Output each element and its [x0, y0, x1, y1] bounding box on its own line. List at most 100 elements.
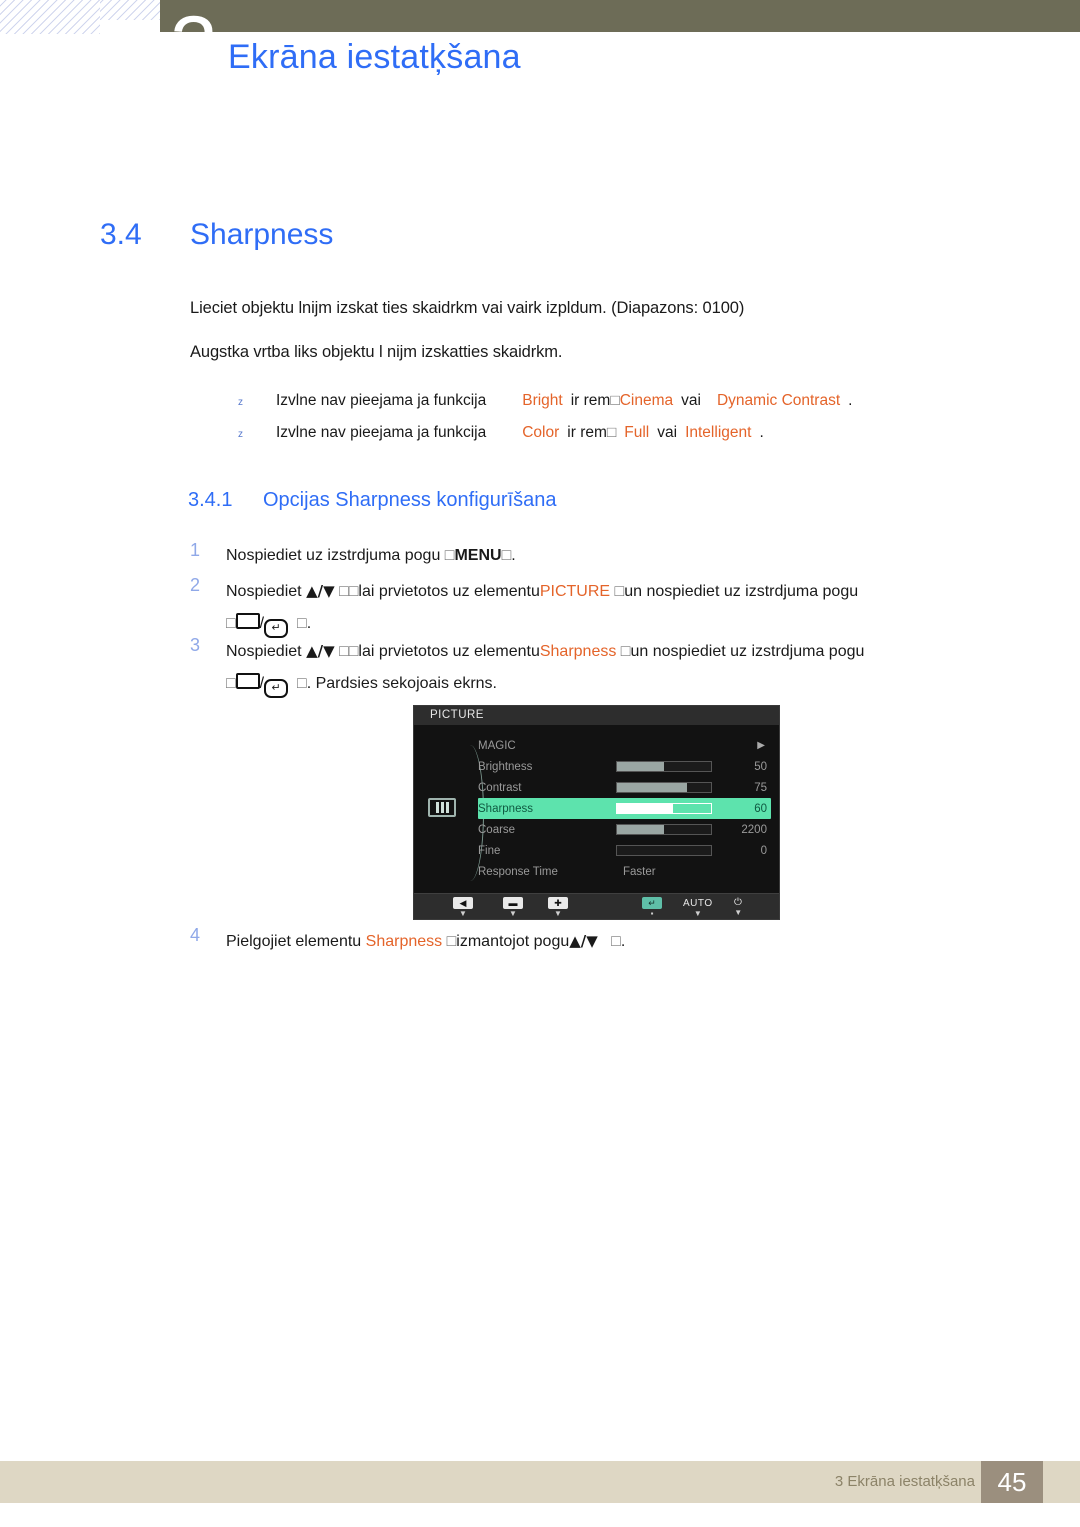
updown-keys-icon: ▲/▼	[306, 582, 335, 600]
osd-slider[interactable]	[616, 782, 712, 793]
step-text: Pielgojiet elementu Sharpness □izmantojo…	[226, 932, 626, 950]
step-text-b: lai prvietotos uz elementu	[358, 583, 540, 600]
note-accent-1: Color	[522, 424, 560, 441]
osd-row-value: 60	[754, 802, 767, 815]
step-text-c: un nospiediet uz izstrdjuma pogu	[630, 643, 865, 660]
step-item-2: 2 Nospiediet ▲/▼ □□lai prvietotos uz ele…	[190, 575, 990, 640]
hatch-decoration	[0, 0, 100, 34]
osd-row-brightness[interactable]: Brightness 50	[478, 756, 771, 777]
osd-slider[interactable]	[616, 803, 712, 814]
step-text-a: Pielgojiet elementu	[226, 933, 362, 950]
picture-mode-icon	[428, 798, 456, 817]
note-text: Izvlne nav pieejama ja funkcija Bright ir …	[276, 392, 853, 409]
minus-icon: ▬	[503, 897, 523, 909]
intro-paragraph-2: Augstka vrtba liks objektu l nijm izskat…	[190, 343, 563, 361]
step-text: Nospiediet ▲/▼ □□lai prvietotos uz eleme…	[226, 635, 990, 700]
note-bullet-icon: z	[238, 429, 243, 440]
osd-row-label: Brightness	[478, 760, 533, 773]
note-bullet-icon: z	[238, 397, 243, 408]
step-text-c: un nospiediet uz izstrdjuma pogu	[624, 583, 859, 600]
osd-row-value: 0	[760, 844, 767, 857]
osd-row-label: Sharpness	[478, 802, 533, 815]
footer-chapter-label: 3 Ekrāna iestatķšana	[834, 1473, 975, 1490]
chevron-right-icon: ▶	[757, 740, 765, 751]
note-item: z Izvlne nav pieejama ja funkcija Color ir…	[238, 424, 764, 442]
step-number: 2	[190, 575, 201, 595]
subsection-number: 3.4.1	[188, 489, 233, 511]
plus-button[interactable]: ✚ ▼	[548, 897, 568, 918]
step-text-c: .	[620, 933, 626, 950]
osd-row-contrast[interactable]: Contrast 75	[478, 777, 771, 798]
subsection-title: Opcijas Sharpness konfigurīšana	[263, 489, 557, 511]
caret-down-icon: ▼	[459, 909, 467, 918]
step-text-a: Nospiediet	[226, 583, 302, 600]
note-accent-2: Full	[624, 424, 650, 441]
step-text: Nospiediet ▲/▼ □□lai prvietotos uz eleme…	[226, 575, 990, 640]
osd-row-magic[interactable]: MAGIC ▶	[478, 735, 771, 756]
osd-row-label: Fine	[478, 844, 501, 857]
osd-row-value: 75	[754, 781, 767, 794]
osd-row-value: 2200	[741, 823, 767, 836]
minus-button[interactable]: ▬ ▼	[503, 897, 523, 918]
note-accent-3: Intelligent	[685, 424, 752, 441]
osd-slider[interactable]	[616, 824, 712, 835]
step-text-a: Nospiediet	[226, 643, 302, 660]
olive-header-bar	[160, 0, 1080, 32]
osd-menu-screenshot: PICTURE MAGIC ▶ Brightness 50 Contrast 7…	[413, 705, 780, 920]
step-text-a: Nospiediet uz izstrdjuma pogu	[226, 547, 441, 564]
page-number: 45	[981, 1461, 1043, 1503]
step-text-b: .	[511, 547, 516, 564]
osd-row-value: 50	[754, 760, 767, 773]
osd-body: MAGIC ▶ Brightness 50 Contrast 75 Sharpn…	[414, 725, 779, 895]
step-item-3: 3 Nospiediet ▲/▼ □□lai prvietotos uz ele…	[190, 635, 990, 700]
power-button[interactable]: ⏻ ▼	[734, 897, 742, 917]
note-tail: .	[848, 392, 853, 409]
enter-button[interactable]: ↵ ▪	[642, 897, 662, 918]
rect-key-icon	[235, 613, 260, 629]
osd-row-label: Contrast	[478, 781, 522, 794]
note-tail: .	[759, 424, 764, 441]
auto-button[interactable]: AUTO ▼	[683, 898, 713, 918]
enter-icon: ↵	[642, 897, 662, 909]
osd-row-sharpness[interactable]: Sharpness 60	[478, 798, 771, 819]
enter-key-icon: ↵	[264, 679, 289, 698]
note-mid-1: ir rem	[570, 392, 611, 409]
caret-down-icon: ▼	[554, 909, 562, 918]
osd-slider[interactable]	[616, 761, 712, 772]
note-text: Izvlne nav pieejama ja funkcija Color ir r…	[276, 424, 764, 441]
auto-label: AUTO	[683, 898, 713, 909]
intro-paragraph-1: Lieciet objektu lnijm izskat ties skaidr…	[190, 299, 745, 317]
subsection-heading: 3.4.1 Opcijas Sharpness konfigurīšana	[188, 489, 557, 512]
caret-down-icon: ▼	[693, 909, 702, 918]
osd-row-label: MAGIC	[478, 739, 516, 752]
section-heading: 3.4 Sharpness	[100, 218, 333, 252]
osd-footer-bar: ◀ ▼ ▬ ▼ ✚ ▼ ↵ ▪ AUTO ▼ ⏻ ▼	[414, 893, 779, 919]
back-button[interactable]: ◀ ▼	[453, 897, 473, 918]
step-accent: Sharpness	[365, 933, 443, 950]
step-number: 3	[190, 635, 201, 655]
note-accent-1: Bright	[522, 392, 563, 409]
note-mid-1: ir rem	[567, 424, 607, 441]
note-accent-3: Dynamic Contrast	[716, 392, 841, 409]
section-number: 3.4	[100, 218, 142, 251]
back-icon: ◀	[453, 897, 473, 909]
step-item-4: 4 Pielgojiet elementu Sharpness □izmanto…	[190, 925, 990, 958]
page-top-band: 3	[0, 0, 1080, 92]
osd-slider[interactable]	[616, 845, 712, 856]
osd-row-fine[interactable]: Fine 0	[478, 840, 771, 861]
power-icon: ⏻	[734, 897, 743, 908]
note-mid-2: vai	[657, 424, 678, 441]
osd-row-coarse[interactable]: Coarse 2200	[478, 819, 771, 840]
chapter-title: Ekrāna iestatķšana	[228, 38, 521, 76]
osd-title: PICTURE	[414, 706, 779, 725]
osd-row-label: Coarse	[478, 823, 516, 836]
osd-row-value: Faster	[623, 865, 656, 878]
step-text-b: lai prvietotos uz elementu	[358, 643, 540, 660]
note-mid-2: vai	[681, 392, 701, 409]
osd-row-response-time[interactable]: Response Time Faster	[478, 861, 771, 882]
step-text-d: .	[306, 615, 312, 632]
caret-down-icon: ▼	[509, 909, 517, 918]
step-text: Nospiediet uz izstrdjuma pogu □MENU□.	[226, 547, 516, 564]
step-number: 1	[190, 540, 201, 560]
note-item: z Izvlne nav pieejama ja funkcija Bright i…	[238, 392, 852, 410]
